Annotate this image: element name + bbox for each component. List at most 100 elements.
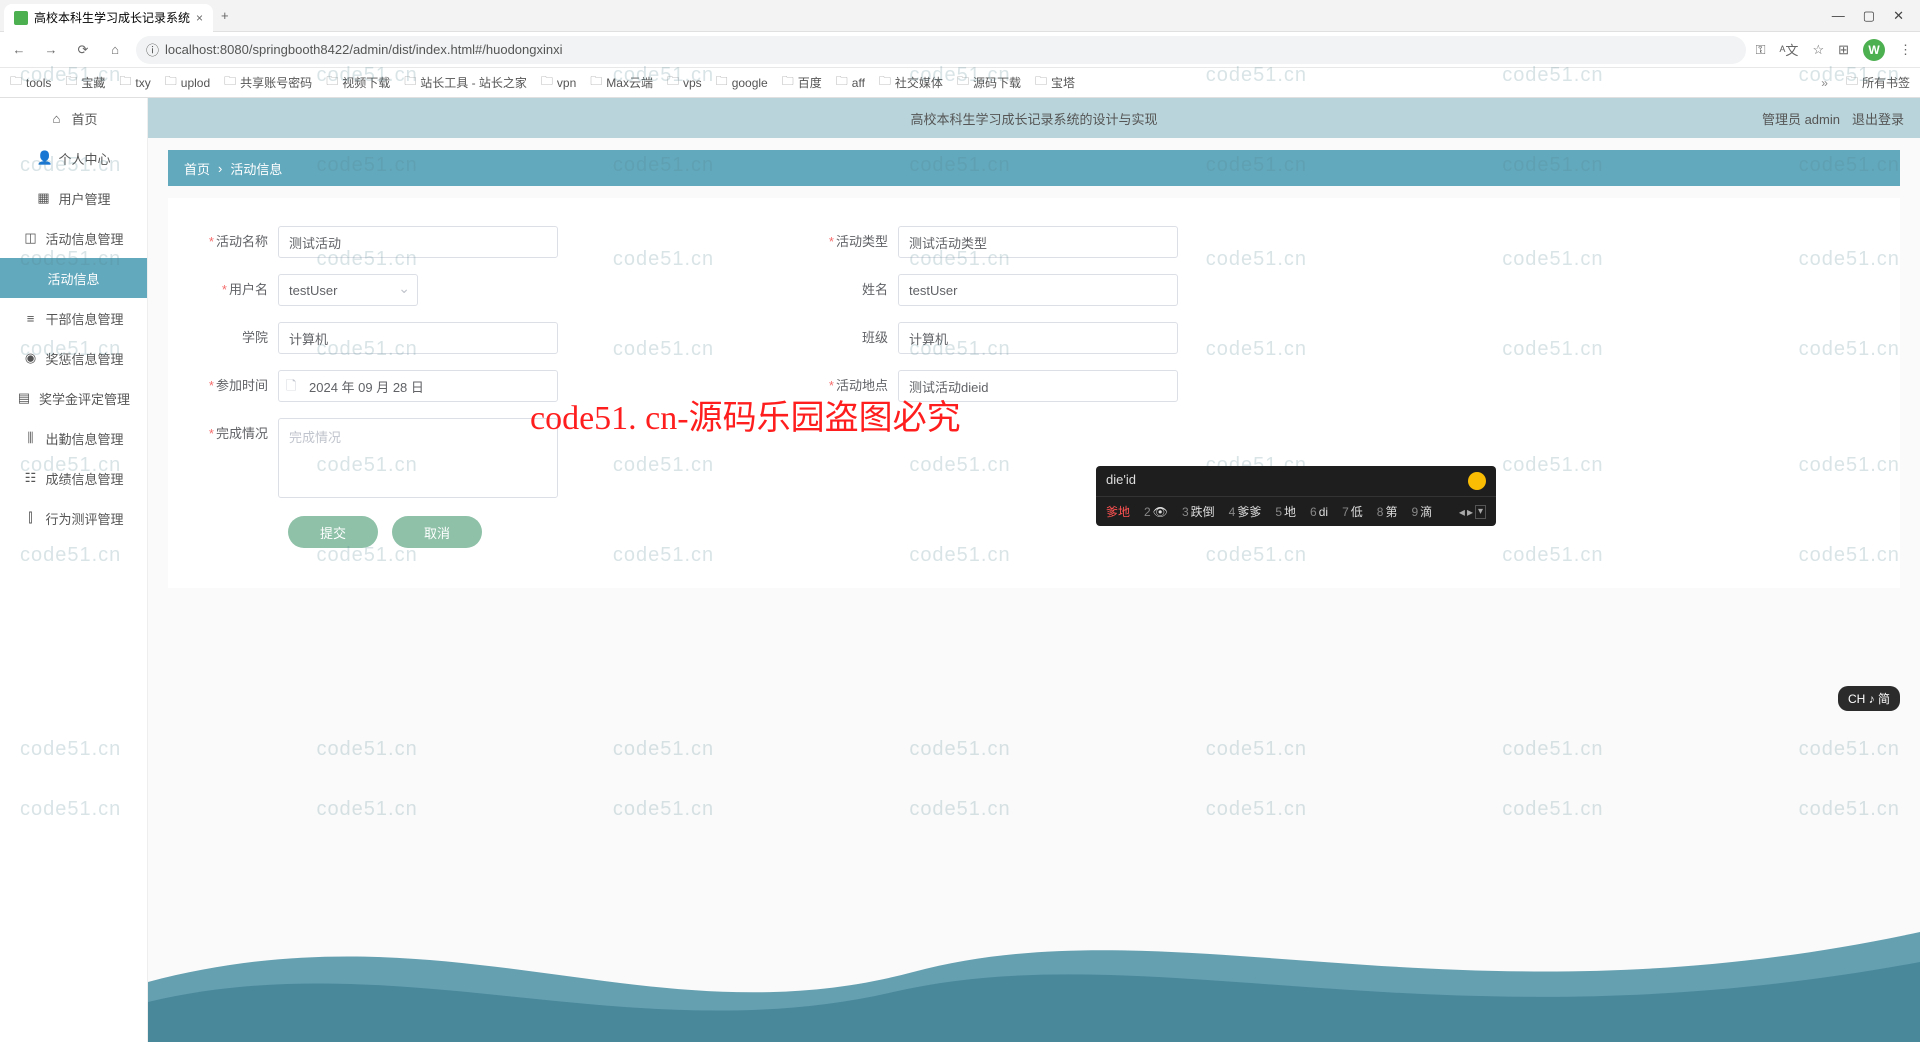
input-activity-place[interactable] <box>898 370 1178 402</box>
sidebar-icon: ⌂ <box>49 111 63 126</box>
bookmark-item[interactable]: uplod <box>165 72 210 93</box>
bookmark-item[interactable]: 社交媒体 <box>879 72 943 93</box>
cancel-button[interactable]: 取消 <box>392 516 482 548</box>
ime-candidate[interactable]: 6di <box>1310 505 1328 519</box>
ime-candidate[interactable]: 5地 <box>1275 503 1296 520</box>
input-college[interactable] <box>278 322 558 354</box>
chevron-right-icon: › <box>218 161 222 176</box>
ime-candidate[interactable]: 爹地 <box>1106 503 1130 520</box>
bookmark-item[interactable]: 视频下载 <box>326 72 390 93</box>
sidebar-icon: ☷ <box>23 470 37 486</box>
back-icon[interactable]: ← <box>8 42 30 57</box>
sidebar-label: 出勤信息管理 <box>45 429 123 448</box>
label-activity-name: 活动名称 <box>188 226 278 258</box>
input-activity-time[interactable] <box>278 370 558 402</box>
menu-icon[interactable]: ⋮ <box>1899 42 1912 58</box>
sidebar-icon: ⫿ <box>23 510 37 526</box>
app-topbar: 高校本科生学习成长记录系统的设计与实现 管理员 admin 退出登录 <box>148 98 1920 138</box>
submit-button[interactable]: 提交 <box>288 516 378 548</box>
bookmark-item[interactable]: aff <box>836 72 865 93</box>
breadcrumb-home[interactable]: 首页 <box>184 159 210 178</box>
main-content: 高校本科生学习成长记录系统的设计与实现 管理员 admin 退出登录 首页 › … <box>148 98 1920 1042</box>
sidebar-label: 奖学金评定管理 <box>39 389 130 408</box>
maximize-icon[interactable]: ▢ <box>1863 8 1875 24</box>
sidebar-icon: ⫼ <box>23 430 37 446</box>
breadcrumb: 首页 › 活动信息 <box>168 150 1900 186</box>
profile-avatar[interactable]: W <box>1863 39 1885 61</box>
new-tab-button[interactable]: + <box>213 8 237 23</box>
sidebar-icon: 👤 <box>36 150 50 166</box>
sidebar-item[interactable]: ▤ 奖学金评定管理 <box>0 378 147 418</box>
sidebar-item[interactable]: ☷ 成绩信息管理 <box>0 458 147 498</box>
browser-tab[interactable]: 高校本科生学习成长记录系统 × <box>4 4 213 32</box>
label-college: 学院 <box>188 322 278 354</box>
ime-pager[interactable]: ◂▸▾ <box>1459 505 1486 519</box>
label-activity-place: 活动地点 <box>808 370 898 402</box>
label-class: 班级 <box>808 322 898 354</box>
ime-candidate[interactable]: 3跌倒 <box>1182 503 1215 520</box>
bookmark-item[interactable]: 站长工具 - 站长之家 <box>404 72 527 93</box>
sidebar-item[interactable]: ≡干部信息管理 <box>0 298 147 338</box>
sidebar-item[interactable]: ⌂首页 <box>0 98 147 138</box>
current-user: 管理员 admin <box>1762 109 1840 128</box>
key-icon[interactable]: ⚿ <box>1756 42 1766 58</box>
sidebar-item[interactable]: 活动信息 <box>0 258 147 298</box>
input-activity-name[interactable] <box>278 226 558 258</box>
bookmark-item[interactable]: txy <box>119 72 150 93</box>
bookmark-item[interactable]: 共享账号密码 <box>224 72 312 93</box>
input-activity-type[interactable] <box>898 226 1178 258</box>
ime-engine-icon <box>1468 472 1486 490</box>
sidebar-label: 成绩信息管理 <box>45 469 123 488</box>
input-realname[interactable] <box>898 274 1178 306</box>
label-activity-type: 活动类型 <box>808 226 898 258</box>
address-bar: ← → ⟳ ⌂ ⓘ localhost:8080/springbooth8422… <box>0 32 1920 68</box>
star-icon[interactable]: ☆ <box>1812 42 1824 58</box>
textarea-completion[interactable] <box>278 418 558 498</box>
ime-candidate[interactable]: 9滴 <box>1411 503 1432 520</box>
sidebar-icon: ▤ <box>17 390 31 406</box>
ime-candidate[interactable]: 7低 <box>1342 503 1363 520</box>
favicon <box>14 11 28 25</box>
sidebar-item[interactable]: ◉奖惩信息管理 <box>0 338 147 378</box>
bookmark-all[interactable]: 所有书签 <box>1846 72 1910 93</box>
sidebar-item[interactable]: ⫿ 行为测评管理 <box>0 498 147 538</box>
ime-composition: die'id <box>1106 472 1136 490</box>
bookmark-item[interactable]: Max云端 <box>590 72 653 93</box>
sidebar-item[interactable]: ⫼ 出勤信息管理 <box>0 418 147 458</box>
logout-link[interactable]: 退出登录 <box>1852 109 1904 128</box>
sidebar-item[interactable]: ▦用户管理 <box>0 178 147 218</box>
bookmark-item[interactable]: 百度 <box>782 72 822 93</box>
sidebar-label: 行为测评管理 <box>45 509 123 528</box>
url-input[interactable]: ⓘ localhost:8080/springbooth8422/admin/d… <box>136 36 1746 64</box>
select-username[interactable] <box>278 274 418 306</box>
bookmarks-overflow-icon[interactable]: » <box>1817 76 1832 90</box>
sidebar-icon: ≡ <box>23 311 37 326</box>
bookmark-item[interactable]: 源码下载 <box>957 72 1021 93</box>
reload-icon[interactable]: ⟳ <box>72 42 94 58</box>
ime-candidates[interactable]: 爹地 2👁 3跌倒 4爹爹 5地 6di 7低 8第 9滴 ◂▸▾ <box>1096 497 1496 526</box>
close-window-icon[interactable]: ✕ <box>1893 8 1904 24</box>
home-icon[interactable]: ⌂ <box>104 42 126 57</box>
bookmark-item[interactable]: tools <box>10 72 51 93</box>
close-tab-icon[interactable]: × <box>196 11 203 25</box>
tab-title: 高校本科生学习成长记录系统 <box>34 9 190 26</box>
sidebar-icon: ▦ <box>36 190 50 206</box>
bookmark-item[interactable]: google <box>716 72 768 93</box>
ime-candidate[interactable]: 8第 <box>1377 503 1398 520</box>
ime-candidate[interactable]: 2👁 <box>1144 505 1168 519</box>
sidebar-item[interactable]: ◫活动信息管理 <box>0 218 147 258</box>
sidebar-item[interactable]: 👤个人中心 <box>0 138 147 178</box>
extensions-icon[interactable]: ⊞ <box>1838 42 1849 58</box>
forward-icon[interactable]: → <box>40 42 62 57</box>
bookmark-item[interactable]: vps <box>667 72 702 93</box>
bookmark-item[interactable]: 宝藏 <box>65 72 105 93</box>
site-info-icon[interactable]: ⓘ <box>146 40 159 59</box>
ime-candidate[interactable]: 4爹爹 <box>1229 503 1262 520</box>
bookmark-item[interactable]: vpn <box>541 72 576 93</box>
bookmark-item[interactable]: 宝塔 <box>1035 72 1075 93</box>
browser-tab-strip: 高校本科生学习成长记录系统 × + — ▢ ✕ <box>0 0 1920 32</box>
minimize-icon[interactable]: — <box>1832 8 1845 24</box>
input-class[interactable] <box>898 322 1178 354</box>
translate-icon[interactable]: ᴬ文 <box>1780 40 1799 59</box>
ime-status-pill[interactable]: CH ♪ 简 <box>1838 686 1900 711</box>
